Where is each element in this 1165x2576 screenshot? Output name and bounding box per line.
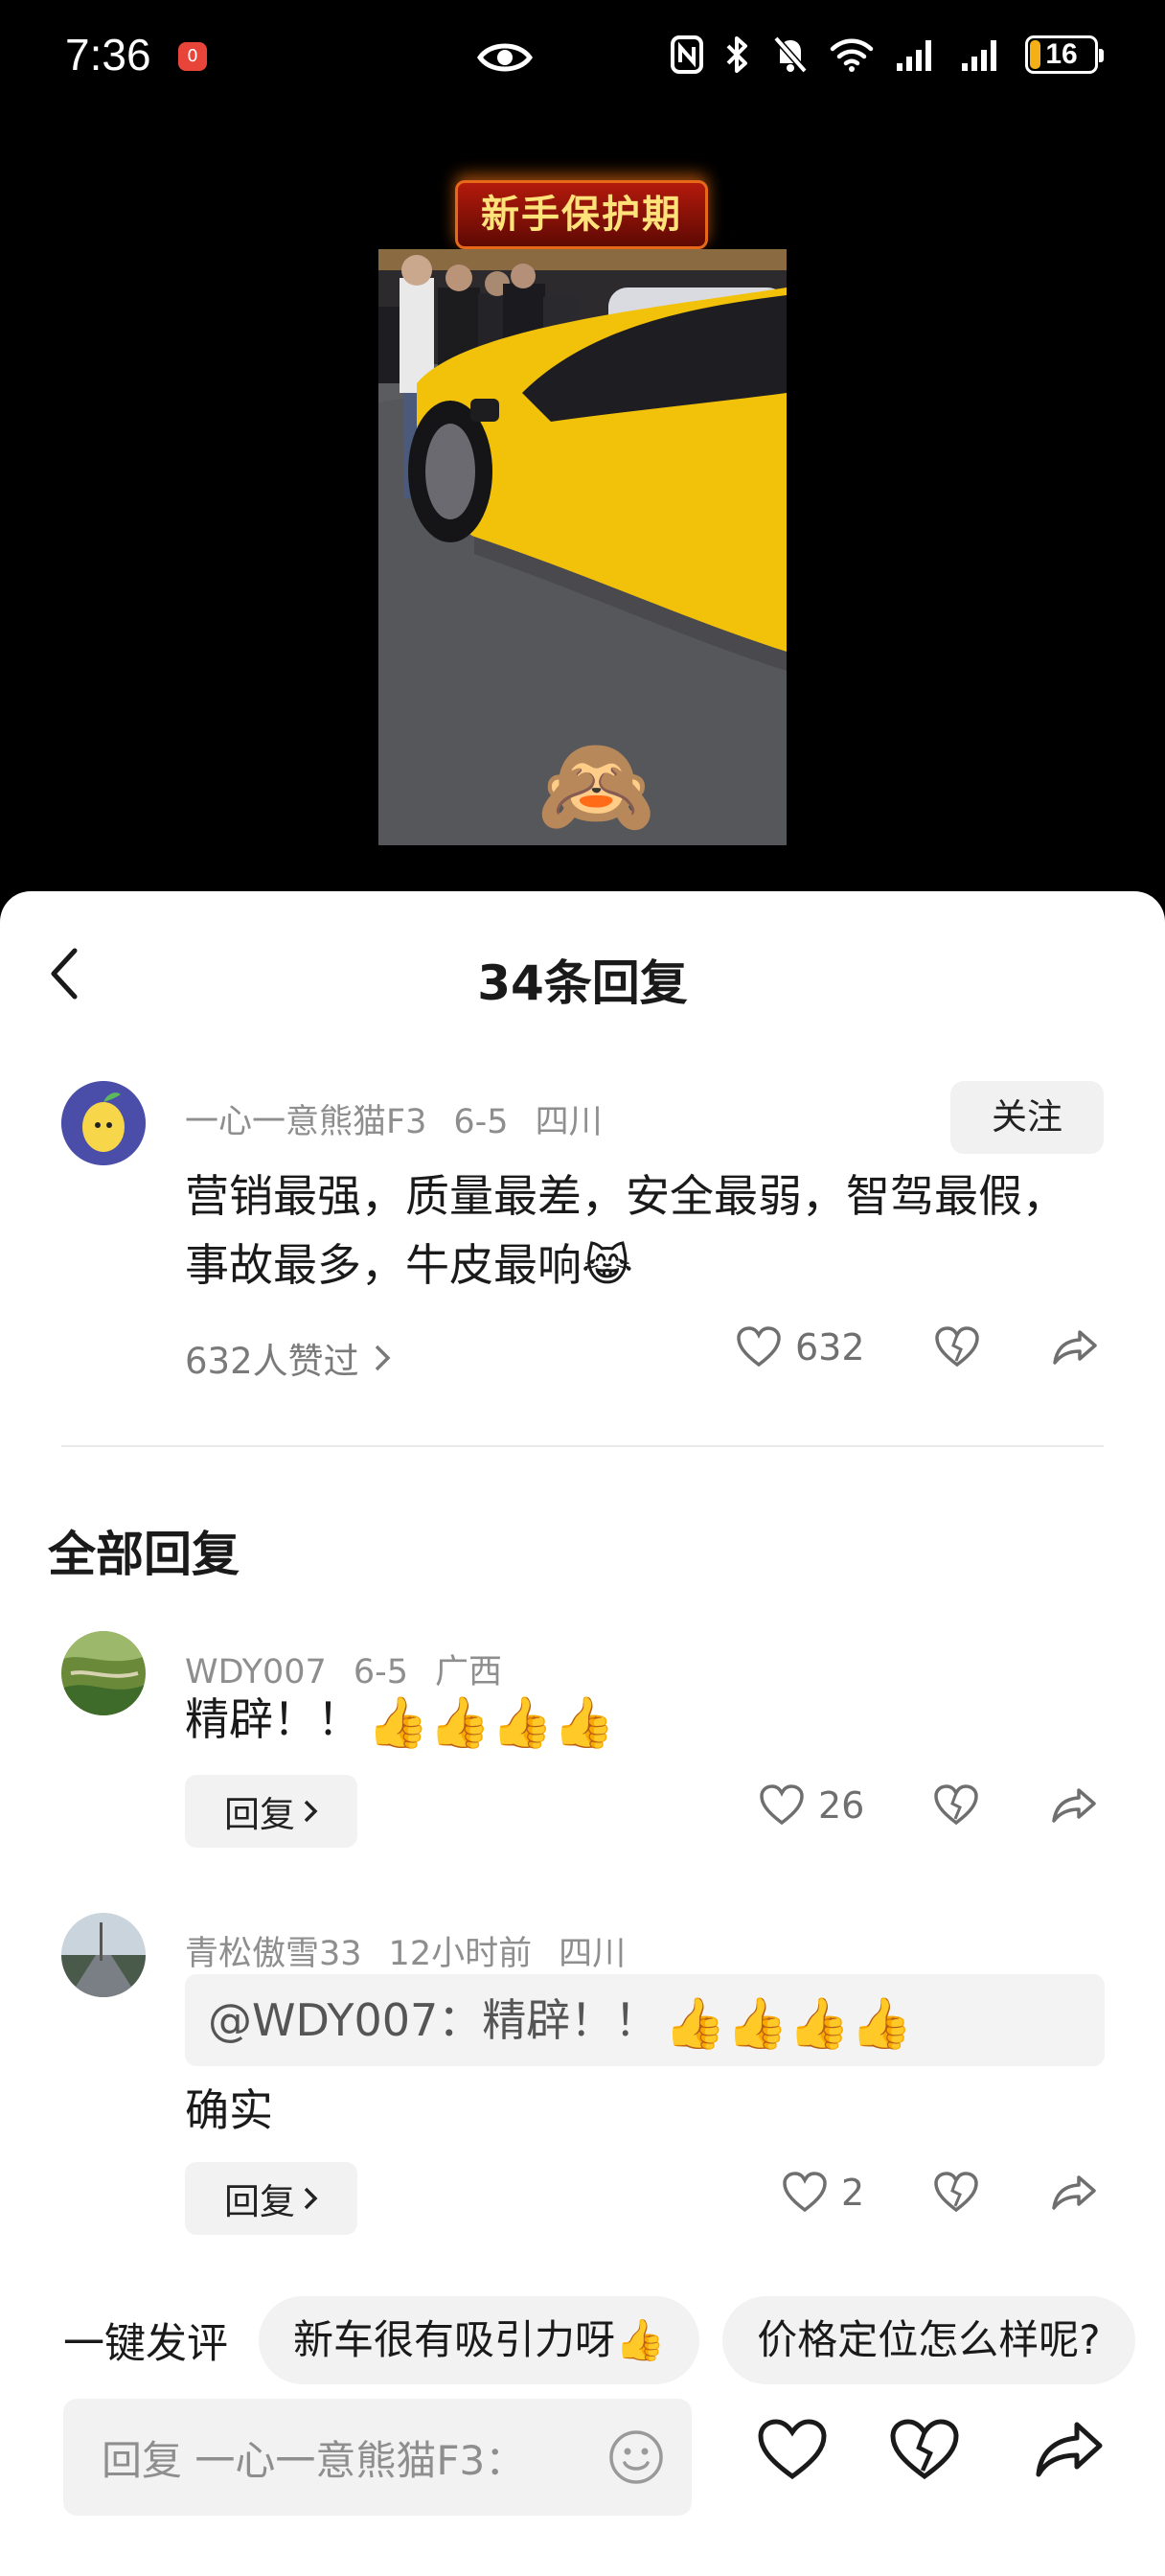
reply-actions: 26 xyxy=(759,1784,1098,1827)
heart-icon xyxy=(760,1784,804,1826)
share-icon[interactable] xyxy=(1050,1786,1098,1825)
dislike-icon[interactable] xyxy=(934,1326,980,1368)
share-icon[interactable] xyxy=(1033,2419,1106,2480)
mute-icon xyxy=(773,35,808,74)
nfc-icon xyxy=(671,35,703,74)
like-button[interactable]: 26 xyxy=(759,1784,864,1827)
heart-icon xyxy=(783,2172,827,2213)
quick-comment-chip[interactable]: 价格定位怎么样呢? xyxy=(722,2296,1135,2384)
comment-location: 四川 xyxy=(535,1103,603,1141)
follow-button[interactable]: 关注 xyxy=(950,1081,1104,1154)
comment-actions: 632 xyxy=(736,1326,1099,1368)
reply-text: 精辟！！ 👍👍👍👍 xyxy=(185,1685,615,1754)
reply-text: 确实 xyxy=(185,2084,273,2136)
reply-button[interactable]: 回复 xyxy=(185,1775,357,1848)
likes-summary-text: 632人赞过 xyxy=(185,1341,359,1382)
like-icon[interactable] xyxy=(757,2419,828,2482)
chevron-right-icon xyxy=(304,1800,318,1823)
video-badge: 新手保护期 xyxy=(455,180,708,249)
sheet-title: 34条回复 xyxy=(477,955,688,1011)
chevron-right-icon xyxy=(304,2187,318,2210)
quoted-text: @WDY007：精辟！！ xyxy=(208,1994,659,2046)
like-count: 632 xyxy=(795,1326,865,1368)
signal-icon xyxy=(897,40,931,71)
like-count: 2 xyxy=(841,2172,865,2214)
reply-button[interactable]: 回复 xyxy=(185,2162,357,2235)
chevron-right-icon xyxy=(375,1345,391,1371)
emoji-icon[interactable] xyxy=(607,2428,665,2486)
thumbs-up-emojis: 👍👍👍👍 xyxy=(664,1994,913,2053)
reply-text-body: 精辟！！ xyxy=(185,1693,361,1745)
section-title: 全部回复 xyxy=(48,1527,240,1582)
username[interactable]: 青松傲雪33 xyxy=(185,1935,362,1973)
dislike-icon[interactable] xyxy=(933,1784,979,1827)
likes-summary[interactable]: 632人赞过 xyxy=(185,1332,392,1384)
status-icons: 16 xyxy=(671,34,1104,75)
thumbs-up-emojis: 👍👍👍👍 xyxy=(367,1693,615,1752)
monkey-emoji: 🙈 xyxy=(537,729,656,841)
status-bar: 7:36 0 16 xyxy=(0,0,1165,115)
quick-comment-label: 一键发评 xyxy=(63,2320,228,2368)
share-icon[interactable] xyxy=(1051,1328,1099,1367)
signal-icon xyxy=(962,40,996,71)
quick-comment-row: 一键发评 新车很有吸引力呀👍 价格定位怎么样呢? xyxy=(63,2296,1135,2384)
battery-level: 16 xyxy=(1045,38,1078,70)
dislike-icon[interactable] xyxy=(933,2172,979,2214)
reply-input-placeholder: 回复 一心一意熊猫F3： xyxy=(102,2436,526,2484)
dislike-icon[interactable] xyxy=(889,2419,960,2482)
reply-input[interactable]: 回复 一心一意熊猫F3： xyxy=(63,2399,692,2516)
notification-badge: 0 xyxy=(178,42,207,71)
divider xyxy=(61,1445,1104,1447)
wifi-icon xyxy=(830,38,874,72)
road-avatar-icon xyxy=(61,1913,146,1997)
reply-button-label: 回复 xyxy=(224,2181,295,2222)
avatar[interactable] xyxy=(61,1081,146,1165)
video-frame[interactable]: 🙈 xyxy=(378,249,787,845)
reply-location: 四川 xyxy=(559,1935,627,1973)
comment-date: 6-5 xyxy=(453,1103,509,1141)
quoted-reply[interactable]: @WDY007：精辟！！ 👍👍👍👍 xyxy=(185,1974,1105,2066)
landscape-avatar-icon xyxy=(61,1631,146,1715)
reply-button-label: 回复 xyxy=(224,1794,295,1835)
eye-icon xyxy=(477,43,533,72)
lemon-avatar-icon xyxy=(61,1081,146,1165)
like-count: 26 xyxy=(818,1784,865,1827)
battery-icon: 16 xyxy=(1025,35,1104,74)
quick-comment-chip[interactable]: 新车很有吸引力呀👍 xyxy=(259,2296,700,2384)
status-time: 7:36 xyxy=(65,30,151,80)
comment-sheet: 34条回复 一心一意熊猫F3 6-5 四川 关注 营销最强，质量最差，安全最弱，智驾… xyxy=(0,891,1165,2576)
reply-date: 12小时前 xyxy=(388,1935,533,1973)
share-icon[interactable] xyxy=(1050,2174,1098,2212)
comment-meta: 一心一意熊猫F3 6-5 四川 xyxy=(185,1094,629,1143)
avatar[interactable] xyxy=(61,1631,146,1715)
video-player[interactable]: 新手保护期 🙈 xyxy=(0,115,1165,891)
heart-icon xyxy=(737,1326,781,1368)
battery-fill xyxy=(1030,40,1041,69)
bluetooth-icon xyxy=(726,36,747,73)
comment-text: 营销最强，质量最差，安全最弱，智驾最假，事故最多，牛皮最响😹 xyxy=(185,1170,1066,1291)
like-button[interactable]: 632 xyxy=(736,1326,865,1368)
avatar[interactable] xyxy=(61,1913,146,1997)
reply-meta: 青松傲雪33 12小时前 四川 xyxy=(185,1926,652,1975)
like-button[interactable]: 2 xyxy=(782,2172,864,2214)
username[interactable]: 一心一意熊猫F3 xyxy=(185,1103,426,1141)
reply-actions: 2 xyxy=(782,2172,1098,2214)
